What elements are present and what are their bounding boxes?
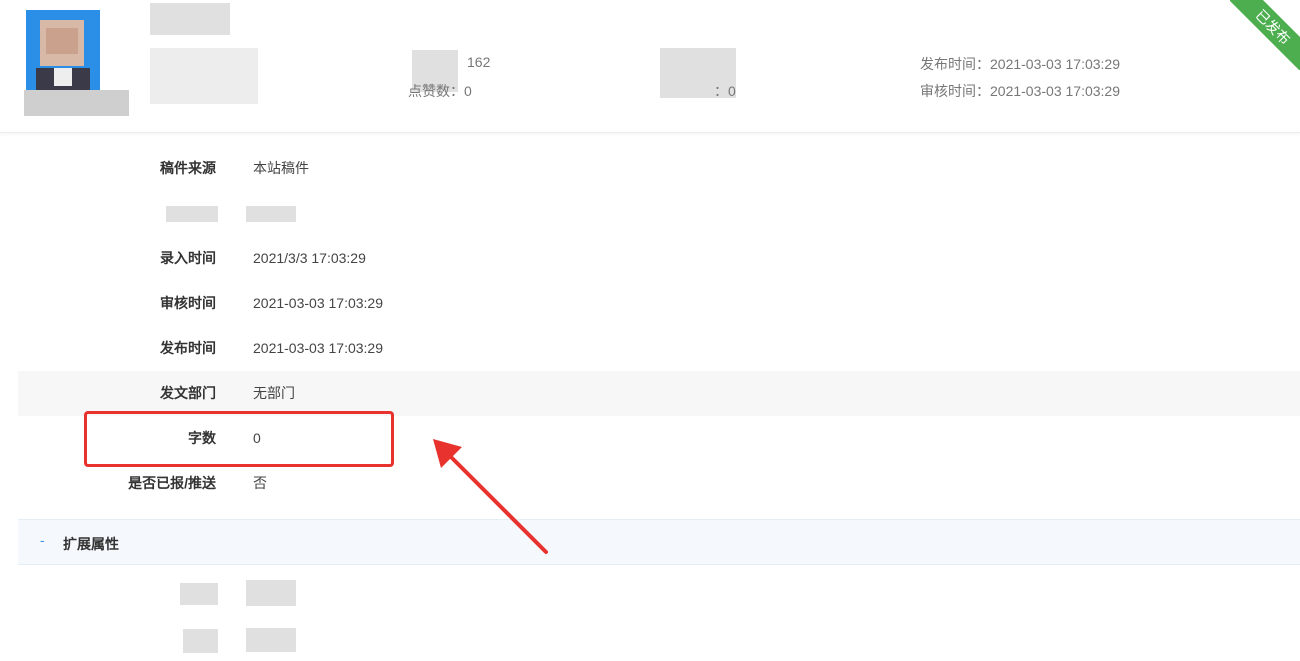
annotation-arrow [433,439,548,554]
